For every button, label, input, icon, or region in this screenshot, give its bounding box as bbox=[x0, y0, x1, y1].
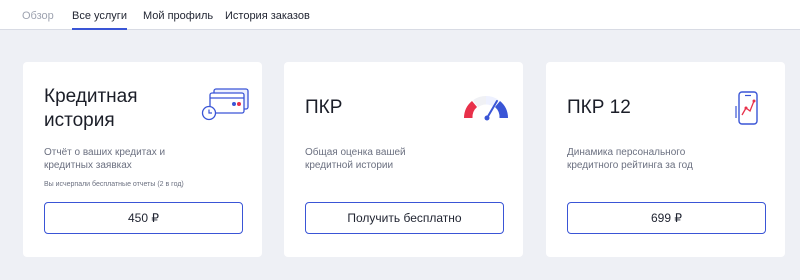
tab-my-profile[interactable]: Мой профиль bbox=[143, 9, 213, 23]
card-title: ПКР 12 bbox=[567, 97, 631, 118]
card-description: Отчёт о ваших кредитах и кредитных заявк… bbox=[44, 146, 194, 172]
card-description-line: Отчёт о ваших кредитах и bbox=[44, 147, 166, 158]
service-card-pkr: ПКР Общая оценка вашей кредитной истории… bbox=[284, 62, 523, 257]
rating-gauge-icon bbox=[463, 95, 509, 121]
card-description-line: кредитных заявках bbox=[44, 160, 132, 171]
card-description-line: кредитной истории bbox=[305, 160, 394, 171]
tab-overview[interactable]: Обзор bbox=[22, 9, 54, 23]
tab-all-services[interactable]: Все услуги bbox=[72, 9, 127, 30]
tab-order-history[interactable]: История заказов bbox=[225, 9, 310, 23]
card-description: Динамика персонального кредитного рейтин… bbox=[567, 146, 717, 172]
buy-credit-history-button[interactable]: 450 ₽ bbox=[44, 202, 243, 234]
credit-card-clock-icon bbox=[201, 88, 249, 121]
card-title-line: Кредитная bbox=[44, 86, 138, 107]
card-note: Вы исчерпали бесплатные отчеты (2 в год) bbox=[44, 181, 184, 188]
card-description-line: кредитного рейтинга за год bbox=[567, 160, 693, 171]
card-description-line: Динамика персонального bbox=[567, 147, 686, 158]
card-description-line: Общая оценка вашей bbox=[305, 147, 406, 158]
card-title: Кредитная история bbox=[44, 85, 138, 133]
phone-chart-icon bbox=[735, 91, 758, 125]
buy-pkr-12-button[interactable]: 699 ₽ bbox=[567, 202, 766, 234]
get-free-pkr-button[interactable]: Получить бесплатно bbox=[305, 202, 504, 234]
card-title-line: история bbox=[44, 110, 115, 131]
service-card-credit-history: Кредитная история Отчёт о ваших кредитах… bbox=[23, 62, 262, 257]
card-description: Общая оценка вашей кредитной истории bbox=[305, 146, 455, 172]
tabs-bar: Обзор Все услуги Мой профиль История зак… bbox=[0, 0, 800, 30]
card-title: ПКР bbox=[305, 97, 343, 118]
service-card-pkr-12: ПКР 12 Динамика персонального кредитного… bbox=[546, 62, 785, 257]
